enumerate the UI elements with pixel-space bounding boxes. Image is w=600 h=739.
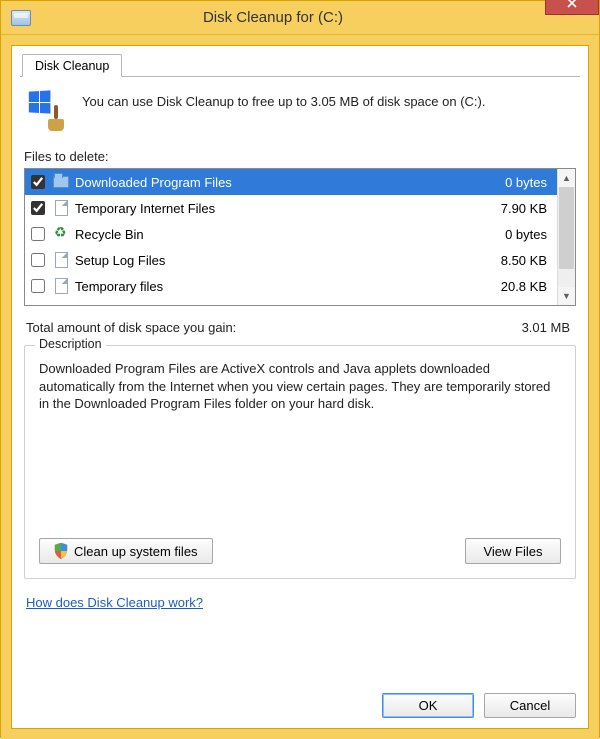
total-label: Total amount of disk space you gain: — [26, 320, 236, 335]
list-item[interactable]: Downloaded Program Files 0 bytes — [25, 169, 557, 195]
scrollbar[interactable]: ▲ ▼ — [557, 169, 575, 305]
ok-button[interactable]: OK — [382, 693, 474, 718]
clean-system-files-label: Clean up system files — [74, 544, 198, 559]
description-group: Description Downloaded Program Files are… — [24, 345, 576, 579]
list-item-name: Temporary files — [75, 279, 471, 294]
list-item-size: 0 bytes — [477, 175, 557, 190]
page-icon — [53, 252, 69, 268]
list-item[interactable]: Temporary files 20.8 KB — [25, 273, 557, 299]
list-item-checkbox[interactable] — [31, 253, 45, 267]
list-item-name: Recycle Bin — [75, 227, 471, 242]
list-item-checkbox[interactable] — [31, 175, 45, 189]
list-item-size: 20.8 KB — [477, 279, 557, 294]
view-files-label: View Files — [483, 544, 542, 559]
app-icon — [11, 10, 31, 26]
disk-cleanup-icon — [28, 91, 68, 131]
close-button[interactable] — [545, 0, 599, 15]
list-item-name: Downloaded Program Files — [75, 175, 471, 190]
intro-text: You can use Disk Cleanup to free up to 3… — [82, 91, 485, 111]
tab-disk-cleanup[interactable]: Disk Cleanup — [22, 54, 122, 77]
list-item-checkbox[interactable] — [31, 227, 45, 241]
list-item-size: 8.50 KB — [477, 253, 557, 268]
scroll-up-button[interactable]: ▲ — [558, 169, 575, 187]
list-item[interactable]: Setup Log Files 8.50 KB — [25, 247, 557, 273]
list-item-size: 7.90 KB — [477, 201, 557, 216]
shield-icon — [54, 543, 68, 559]
list-item-name: Temporary Internet Files — [75, 201, 471, 216]
total-value: 3.01 MB — [522, 320, 570, 335]
list-item-checkbox[interactable] — [31, 279, 45, 293]
view-files-button[interactable]: View Files — [465, 538, 561, 564]
description-legend: Description — [35, 337, 106, 351]
close-icon — [567, 0, 577, 8]
page-icon — [53, 278, 69, 294]
files-to-delete-label: Files to delete: — [24, 149, 576, 164]
scroll-down-button[interactable]: ▼ — [558, 287, 575, 305]
clean-system-files-button[interactable]: Clean up system files — [39, 538, 213, 564]
title-bar: Disk Cleanup for (C:) — [1, 1, 599, 35]
tab-row: Disk Cleanup — [20, 52, 580, 77]
window-title: Disk Cleanup for (C:) — [1, 9, 545, 26]
folder-icon — [53, 174, 69, 190]
list-item-checkbox[interactable] — [31, 201, 45, 215]
help-link[interactable]: How does Disk Cleanup work? — [26, 595, 574, 610]
files-listbox[interactable]: Downloaded Program Files 0 bytes Temporary… — [24, 168, 576, 306]
list-item[interactable]: Temporary Internet Files 7.90 KB — [25, 195, 557, 221]
recycle-bin-icon — [53, 226, 69, 242]
scroll-thumb[interactable] — [559, 187, 574, 269]
list-item-size: 0 bytes — [477, 227, 557, 242]
description-text: Downloaded Program Files are ActiveX con… — [39, 360, 561, 413]
cancel-label: Cancel — [510, 698, 550, 713]
ok-label: OK — [419, 698, 438, 713]
scroll-track[interactable] — [558, 187, 575, 287]
list-item[interactable]: Recycle Bin 0 bytes — [25, 221, 557, 247]
list-item-name: Setup Log Files — [75, 253, 471, 268]
page-icon — [53, 200, 69, 216]
cancel-button[interactable]: Cancel — [484, 693, 576, 718]
